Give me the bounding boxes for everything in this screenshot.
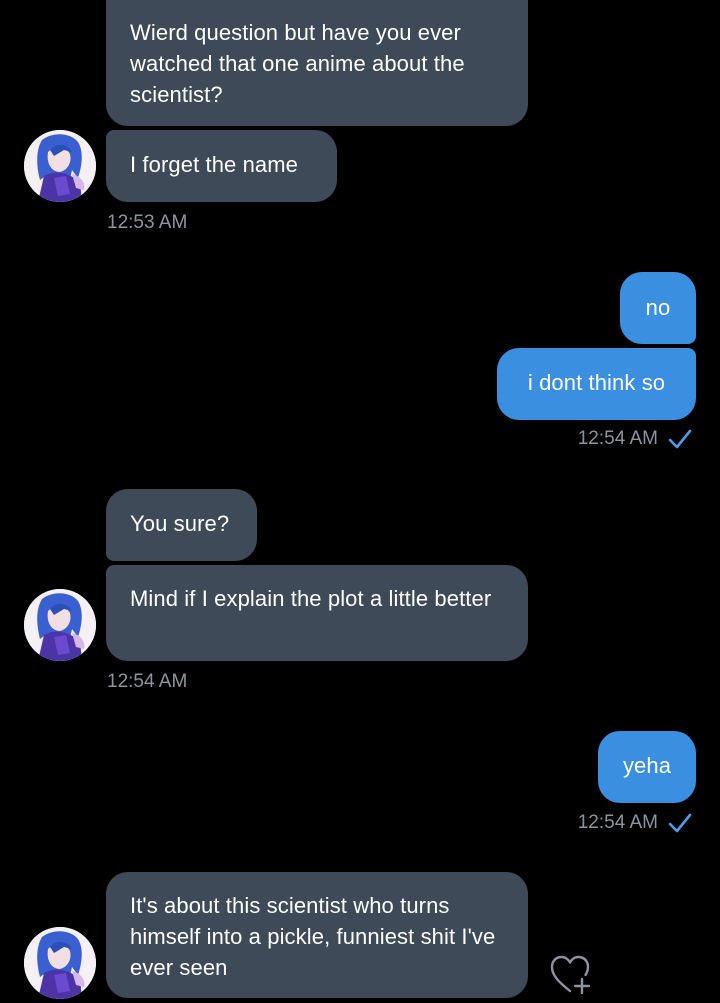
incoming-message[interactable]: Wierd question but have you ever watched… bbox=[106, 0, 528, 126]
incoming-message[interactable]: I forget the name bbox=[106, 130, 337, 202]
message-text: yeha bbox=[622, 753, 672, 778]
incoming-message[interactable]: It's about this scientist who turns hims… bbox=[106, 872, 528, 998]
message-timestamp: 12:54 AM bbox=[577, 428, 658, 449]
outgoing-message[interactable]: yeha bbox=[598, 731, 696, 803]
user-avatar[interactable] bbox=[24, 130, 96, 202]
timestamp-row: 12:54 AM bbox=[578, 812, 692, 834]
message-text: Wierd question but have you ever watched… bbox=[130, 20, 465, 107]
message-text: Mind if I explain the plot a little bett… bbox=[130, 586, 492, 611]
user-avatar[interactable] bbox=[24, 589, 96, 661]
timestamp-row: 12:54 AM bbox=[578, 428, 692, 450]
outgoing-message[interactable]: i dont think so bbox=[497, 348, 696, 420]
avatar-image bbox=[24, 130, 96, 202]
check-icon bbox=[668, 813, 692, 833]
avatar-image bbox=[24, 927, 96, 999]
incoming-message[interactable]: Mind if I explain the plot a little bett… bbox=[106, 565, 528, 661]
message-text: i dont think so bbox=[527, 370, 666, 395]
message-text: no bbox=[645, 295, 671, 320]
check-icon bbox=[668, 429, 692, 449]
message-text: It's about this scientist who turns hims… bbox=[130, 893, 496, 980]
avatar-image bbox=[24, 589, 96, 661]
message-text: I forget the name bbox=[130, 152, 299, 177]
incoming-message[interactable]: You sure? bbox=[106, 489, 257, 561]
user-avatar[interactable] bbox=[24, 927, 96, 999]
heart-plus-icon[interactable] bbox=[548, 953, 594, 995]
message-text: You sure? bbox=[130, 511, 230, 536]
message-timestamp: 12:54 AM bbox=[577, 812, 658, 833]
message-timestamp: 12:54 AM bbox=[107, 671, 188, 692]
outgoing-message[interactable]: no bbox=[620, 272, 696, 344]
message-timestamp: 12:53 AM bbox=[107, 212, 188, 233]
